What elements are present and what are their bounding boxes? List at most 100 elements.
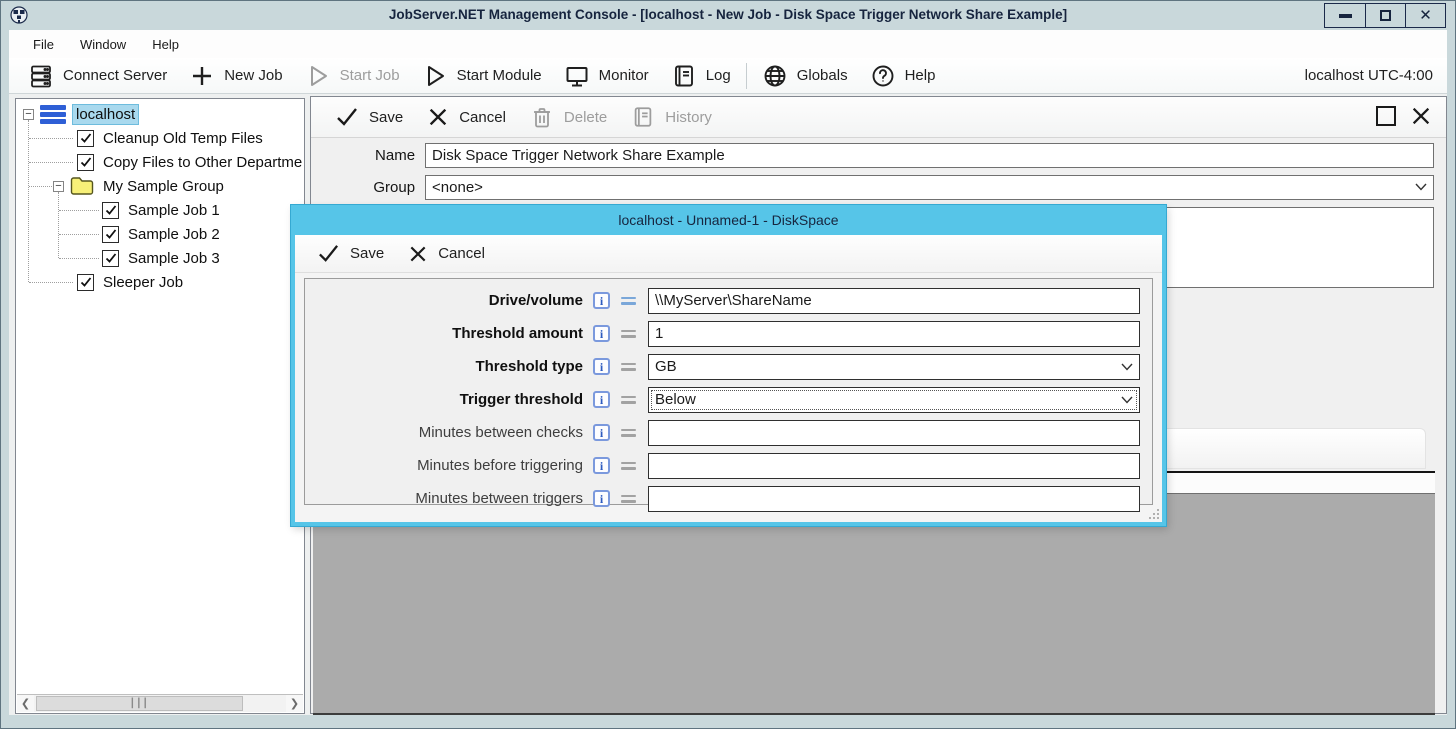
- minimize-button[interactable]: [1325, 4, 1365, 27]
- log-label: Log: [706, 67, 731, 84]
- title-bar: JobServer.NET Management Console - [loca…: [1, 1, 1455, 30]
- info-icon[interactable]: i: [593, 391, 610, 408]
- tree-guide-stub: [29, 282, 73, 283]
- globals-label: Globals: [797, 67, 848, 84]
- tree-item-localhost[interactable]: − localhost: [23, 102, 139, 126]
- trigger-threshold-select[interactable]: Below: [648, 387, 1140, 413]
- scrollbar-thumb[interactable]: ┃┃┃: [36, 696, 243, 711]
- job-list-empty-area: [313, 494, 1435, 715]
- check-icon: [80, 156, 92, 168]
- new-job-button[interactable]: New Job: [178, 60, 293, 92]
- info-icon[interactable]: i: [593, 292, 610, 309]
- checkbox-checked[interactable]: [77, 274, 94, 291]
- threshold-amount-input[interactable]: [648, 321, 1140, 347]
- cancel-button[interactable]: Cancel: [415, 100, 518, 134]
- param-row-trigger-threshold: Trigger threshold i Below: [305, 383, 1140, 416]
- minutes-between-checks-input[interactable]: [648, 420, 1140, 446]
- new-job-label: New Job: [224, 67, 282, 84]
- job-name-input[interactable]: [425, 143, 1434, 168]
- param-label: Threshold amount: [305, 325, 583, 342]
- server-icon: [28, 63, 54, 89]
- dialog-title[interactable]: localhost - Unnamed-1 - DiskSpace: [291, 205, 1166, 235]
- tree-item-sample-job-2[interactable]: Sample Job 2: [102, 222, 223, 246]
- save-button[interactable]: Save: [323, 100, 415, 134]
- start-module-button[interactable]: Start Module: [411, 60, 553, 92]
- tree-item-label[interactable]: Sample Job 2: [125, 225, 223, 244]
- maximize-button[interactable]: [1365, 4, 1405, 27]
- drive-volume-input[interactable]: [648, 288, 1140, 314]
- maximize-icon: [1380, 10, 1391, 21]
- minutes-before-triggering-input[interactable]: [648, 453, 1140, 479]
- param-label: Minutes before triggering: [305, 457, 583, 474]
- collapse-icon[interactable]: −: [23, 109, 34, 120]
- threshold-type-select[interactable]: GB: [648, 354, 1140, 380]
- checkbox-checked[interactable]: [102, 250, 119, 267]
- tree-guide-stub: [29, 186, 52, 187]
- tree-horizontal-scrollbar[interactable]: ❮ ┃┃┃ ❯: [17, 694, 303, 712]
- maximize-button[interactable]: [1376, 106, 1396, 126]
- tree-item-label[interactable]: Sample Job 3: [125, 249, 223, 268]
- close-button[interactable]: ✕: [1405, 4, 1445, 27]
- minutes-between-triggers-input[interactable]: [648, 486, 1140, 512]
- resize-grip-icon[interactable]: [1148, 508, 1160, 520]
- tree-item-cleanup-old-temp-files[interactable]: Cleanup Old Temp Files: [77, 126, 266, 150]
- log-button[interactable]: Log: [660, 60, 742, 92]
- equals-icon[interactable]: [621, 462, 636, 470]
- tree-item-label[interactable]: Sample Job 1: [125, 201, 223, 220]
- check-icon: [335, 105, 359, 129]
- info-icon[interactable]: i: [593, 325, 610, 342]
- info-icon[interactable]: i: [593, 424, 610, 441]
- info-icon[interactable]: i: [593, 358, 610, 375]
- checkbox-checked[interactable]: [77, 130, 94, 147]
- tree-item-my-sample-group[interactable]: − My Sample Group: [53, 174, 227, 198]
- info-icon[interactable]: i: [593, 490, 610, 507]
- window-controls: ✕: [1324, 3, 1446, 28]
- tree-item-sample-job-1[interactable]: Sample Job 1: [102, 198, 223, 222]
- globals-button[interactable]: Globals: [751, 60, 859, 92]
- menu-file[interactable]: File: [21, 32, 66, 57]
- group-select[interactable]: <none>: [425, 175, 1434, 200]
- check-icon: [105, 204, 117, 216]
- equals-icon[interactable]: [621, 297, 636, 305]
- close-button[interactable]: [1410, 105, 1432, 127]
- collapse-icon[interactable]: −: [53, 181, 64, 192]
- connect-server-label: Connect Server: [63, 67, 167, 84]
- checkbox-checked[interactable]: [102, 226, 119, 243]
- help-button[interactable]: Help: [859, 60, 947, 92]
- tree-item-label[interactable]: Cleanup Old Temp Files: [100, 129, 266, 148]
- x-icon: [408, 244, 428, 264]
- group-label: Group: [331, 179, 425, 196]
- menu-help[interactable]: Help: [140, 32, 191, 57]
- equals-icon[interactable]: [621, 396, 636, 404]
- tree-item-copy-files[interactable]: Copy Files to Other Departmen: [77, 150, 303, 174]
- globe-icon: [762, 63, 788, 89]
- tree-item-label[interactable]: Copy Files to Other Departmen: [100, 153, 303, 172]
- server-icon: [40, 105, 66, 124]
- equals-icon[interactable]: [621, 330, 636, 338]
- help-label: Help: [905, 67, 936, 84]
- dialog-toolbar: Save Cancel: [295, 235, 1162, 273]
- dialog-cancel-button[interactable]: Cancel: [396, 237, 497, 271]
- equals-icon[interactable]: [621, 429, 636, 437]
- scroll-right-button[interactable]: ❯: [286, 695, 303, 712]
- start-job-label: Start Job: [340, 67, 400, 84]
- equals-icon[interactable]: [621, 363, 636, 371]
- scrollbar-track[interactable]: ┃┃┃: [34, 695, 286, 712]
- tree-item-label[interactable]: Sleeper Job: [100, 273, 186, 292]
- tree-item-sleeper-job[interactable]: Sleeper Job: [77, 270, 186, 294]
- checkbox-checked[interactable]: [102, 202, 119, 219]
- equals-icon[interactable]: [621, 495, 636, 503]
- dialog-save-button[interactable]: Save: [305, 237, 396, 271]
- connect-server-button[interactable]: Connect Server: [17, 60, 178, 92]
- tree-item-label[interactable]: My Sample Group: [100, 177, 227, 196]
- monitor-button[interactable]: Monitor: [553, 60, 660, 92]
- check-icon: [80, 276, 92, 288]
- scrollbar-grip-icon: ┃┃┃: [130, 698, 149, 709]
- checkbox-checked[interactable]: [77, 154, 94, 171]
- tree-item-sample-job-3[interactable]: Sample Job 3: [102, 246, 223, 270]
- tree-item-label[interactable]: localhost: [72, 104, 139, 125]
- scroll-left-button[interactable]: ❮: [17, 695, 34, 712]
- info-icon[interactable]: i: [593, 457, 610, 474]
- param-row-threshold-amount: Threshold amount i: [305, 317, 1140, 350]
- menu-window[interactable]: Window: [68, 32, 138, 57]
